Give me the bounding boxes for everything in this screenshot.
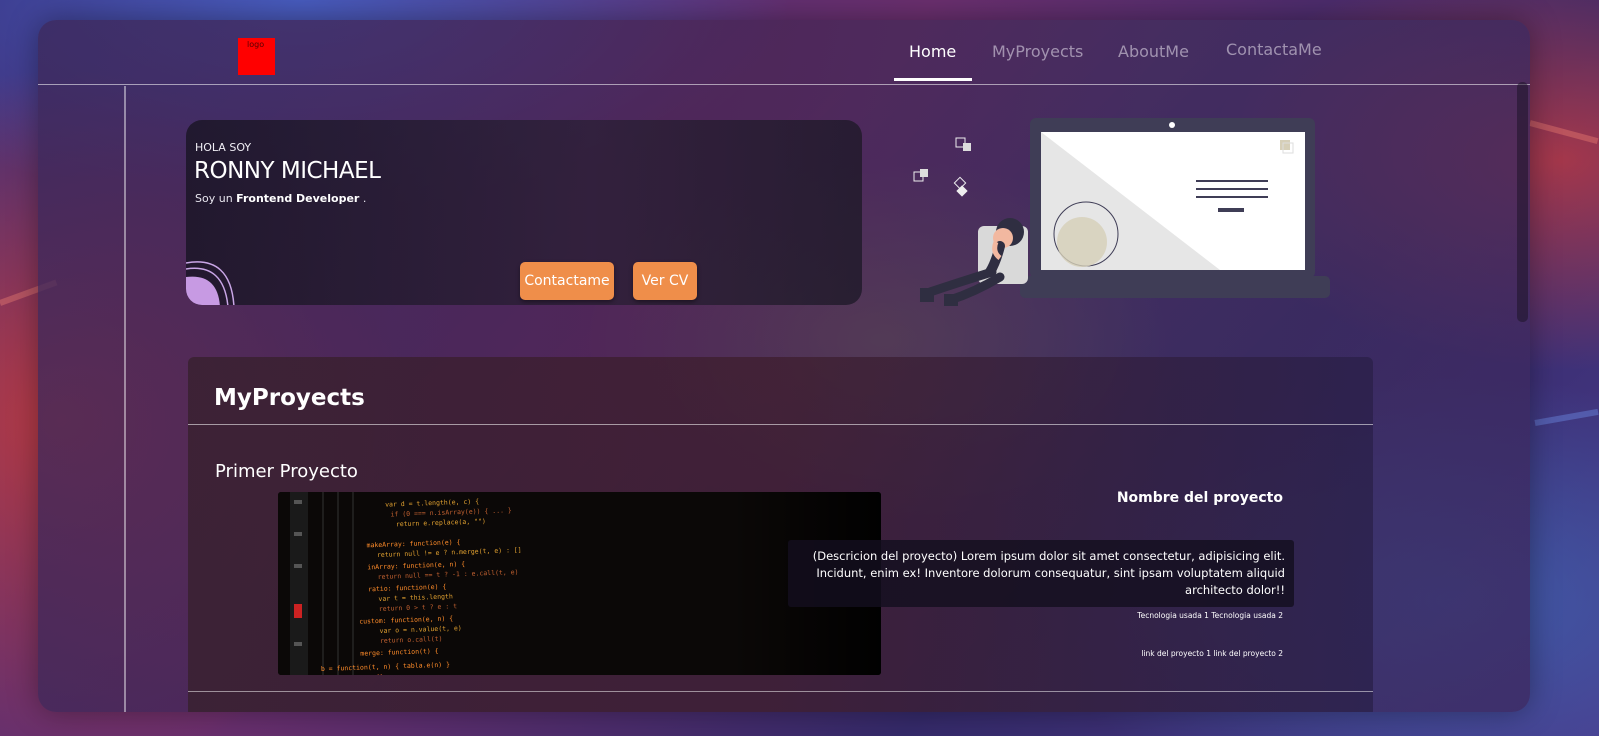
logo-text: logo [247,40,265,49]
background-streak [1534,408,1599,426]
logo[interactable]: logo [238,38,275,75]
contactame-button[interactable]: Contactame [520,262,614,300]
ver-cv-button[interactable]: Ver CV [633,262,697,300]
project-technologies: Tecnologia usada 1 Tecnologia usada 2 [1137,611,1283,620]
projects-section-title: MyProyects [214,385,365,411]
nav-contactame[interactable]: ContactaMe [1226,40,1322,59]
project-description: (Descricion del proyecto) Lorem ipsum do… [788,540,1294,607]
main-window: logo Home MyProyects AboutMe ContactaMe … [38,20,1530,712]
project-title: Primer Proyecto [215,461,358,482]
project-bottom-divider [188,691,1373,692]
subtitle-role: Frontend Developer [236,192,360,205]
hero-greeting: HOLA SOY [195,141,252,154]
projects-section: MyProyects Primer Proyecto Nombre del pr… [188,357,1373,712]
subtitle-prefix: Soy un [195,192,237,205]
decorative-arcs [186,261,235,305]
nav-aboutme[interactable]: AboutMe [1118,42,1189,61]
sidebar-divider [124,86,126,712]
hero-name: RONNY MICHAEL [194,158,381,184]
projects-divider [188,424,1373,425]
hero-subtitle: Soy un Frontend Developer . [195,192,366,205]
nav-home[interactable]: Home [909,42,956,61]
top-navbar: logo Home MyProyects AboutMe ContactaMe [38,20,1530,85]
scrollbar[interactable] [1517,82,1528,322]
hero-card: HOLA SOY RONNY MICHAEL Soy un Frontend D… [186,120,862,305]
background-streak [1529,120,1599,145]
nav-myproyects[interactable]: MyProyects [992,42,1083,61]
active-tab-indicator [894,78,972,81]
subtitle-suffix: . [359,192,367,205]
developer-laptop-illustration [913,118,1330,306]
project-links[interactable]: link del proyecto 1 link del proyecto 2 [1141,649,1283,658]
project-name: Nombre del proyecto [1116,490,1283,506]
